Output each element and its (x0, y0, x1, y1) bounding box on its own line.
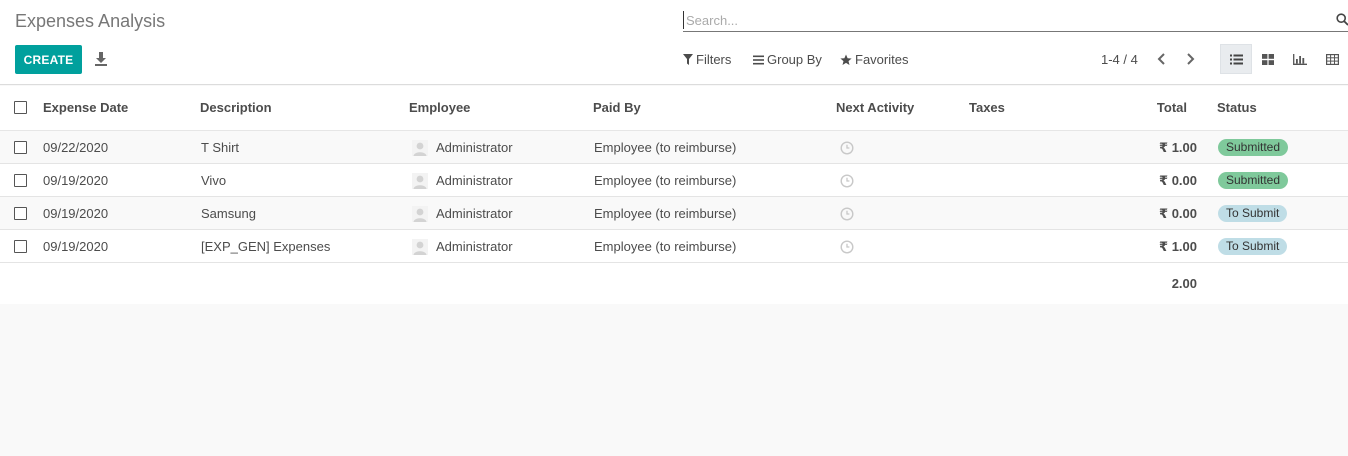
create-button[interactable]: CREATE (15, 45, 82, 74)
row-date: 09/19/2020 (43, 173, 109, 188)
column-status[interactable]: Status (1217, 100, 1257, 115)
bar-chart-icon (1293, 53, 1307, 65)
table-header: Expense Date Description Employee Paid B… (0, 86, 1348, 131)
search-input[interactable] (683, 11, 1323, 29)
favorites-button[interactable]: Favorites (840, 52, 908, 67)
avatar (412, 239, 428, 255)
star-icon (840, 54, 852, 65)
clock-icon[interactable] (840, 207, 854, 221)
page-title: Expenses Analysis (15, 11, 166, 31)
control-panel: Expenses Analysis CREATE Filters Group B… (0, 0, 1348, 85)
pivot-view-button[interactable] (1316, 44, 1348, 74)
status-badge: Submitted (1218, 172, 1289, 189)
clock-icon[interactable] (840, 240, 854, 254)
row-date: 09/19/2020 (43, 239, 109, 254)
row-employee: Administrator (436, 206, 513, 221)
column-taxes[interactable]: Taxes (969, 100, 1005, 115)
column-paid-by[interactable]: Paid By (593, 100, 641, 115)
clock-icon[interactable] (840, 174, 854, 188)
graph-view-button[interactable] (1284, 44, 1316, 74)
row-total: ₹ 0.00 (1159, 173, 1197, 188)
row-paid-by: Employee (to reimburse) (594, 140, 737, 155)
table-icon (1325, 53, 1339, 65)
row-date: 09/22/2020 (43, 140, 109, 155)
kanban-icon (1262, 53, 1274, 65)
row-paid-by: Employee (to reimburse) (594, 206, 737, 221)
kanban-view-button[interactable] (1252, 44, 1284, 74)
table-row[interactable]: 09/22/2020 T Shirt Administrator Employe… (0, 131, 1348, 164)
total-sum: 2.00 (1171, 276, 1197, 291)
filter-icon (683, 54, 693, 65)
row-checkbox[interactable] (14, 141, 27, 154)
chevron-left-icon[interactable] (1156, 52, 1168, 66)
list-icon (1229, 54, 1243, 64)
filters-label: Filters (696, 52, 732, 67)
column-total[interactable]: Total (1157, 100, 1187, 115)
row-total: ₹ 1.00 (1159, 239, 1197, 254)
status-badge: To Submit (1218, 205, 1288, 222)
row-description: Vivo (201, 173, 227, 188)
status-badge: To Submit (1218, 238, 1288, 255)
search-icon[interactable] (1336, 13, 1348, 26)
avatar (412, 206, 428, 222)
row-description: [EXP_GEN] Expenses (201, 239, 331, 254)
row-total: ₹ 1.00 (1159, 140, 1197, 155)
row-checkbox[interactable] (14, 240, 27, 253)
row-description: Samsung (201, 206, 256, 221)
row-description: T Shirt (201, 140, 240, 155)
status-badge: Submitted (1218, 139, 1289, 156)
row-paid-by: Employee (to reimburse) (594, 239, 737, 254)
column-expense-date[interactable]: Expense Date (43, 100, 128, 115)
pager-value[interactable]: 1-4 / 4 (1101, 52, 1138, 67)
table-row[interactable]: 09/19/2020 [EXP_GEN] Expenses Administra… (0, 230, 1348, 263)
row-date: 09/19/2020 (43, 206, 109, 221)
column-employee[interactable]: Employee (409, 100, 470, 115)
column-next-activity[interactable]: Next Activity (836, 100, 914, 115)
column-description[interactable]: Description (200, 100, 272, 115)
download-icon[interactable] (94, 50, 108, 68)
row-checkbox[interactable] (14, 174, 27, 187)
row-total: ₹ 0.00 (1159, 206, 1197, 221)
clock-icon[interactable] (840, 141, 854, 155)
filters-button[interactable]: Filters (683, 52, 731, 67)
group-by-button[interactable]: Group By (753, 52, 822, 67)
expense-list: Expense Date Description Employee Paid B… (0, 86, 1348, 304)
table-row[interactable]: 09/19/2020 Vivo Administrator Employee (… (0, 164, 1348, 197)
row-checkbox[interactable] (14, 207, 27, 220)
table-row[interactable]: 09/19/2020 Samsung Administrator Employe… (0, 197, 1348, 230)
avatar (412, 173, 428, 189)
favorites-label: Favorites (855, 52, 909, 67)
search-box (683, 9, 1348, 32)
chevron-right-icon[interactable] (1184, 52, 1196, 66)
row-paid-by: Employee (to reimburse) (594, 173, 737, 188)
select-all-checkbox[interactable] (14, 101, 27, 114)
row-employee: Administrator (436, 173, 513, 188)
bars-icon (753, 55, 764, 64)
row-employee: Administrator (436, 140, 513, 155)
list-view-button[interactable] (1220, 44, 1252, 74)
row-employee: Administrator (436, 239, 513, 254)
group-by-label: Group By (767, 52, 822, 67)
table-footer: 2.00 (0, 263, 1348, 304)
avatar (412, 140, 428, 156)
